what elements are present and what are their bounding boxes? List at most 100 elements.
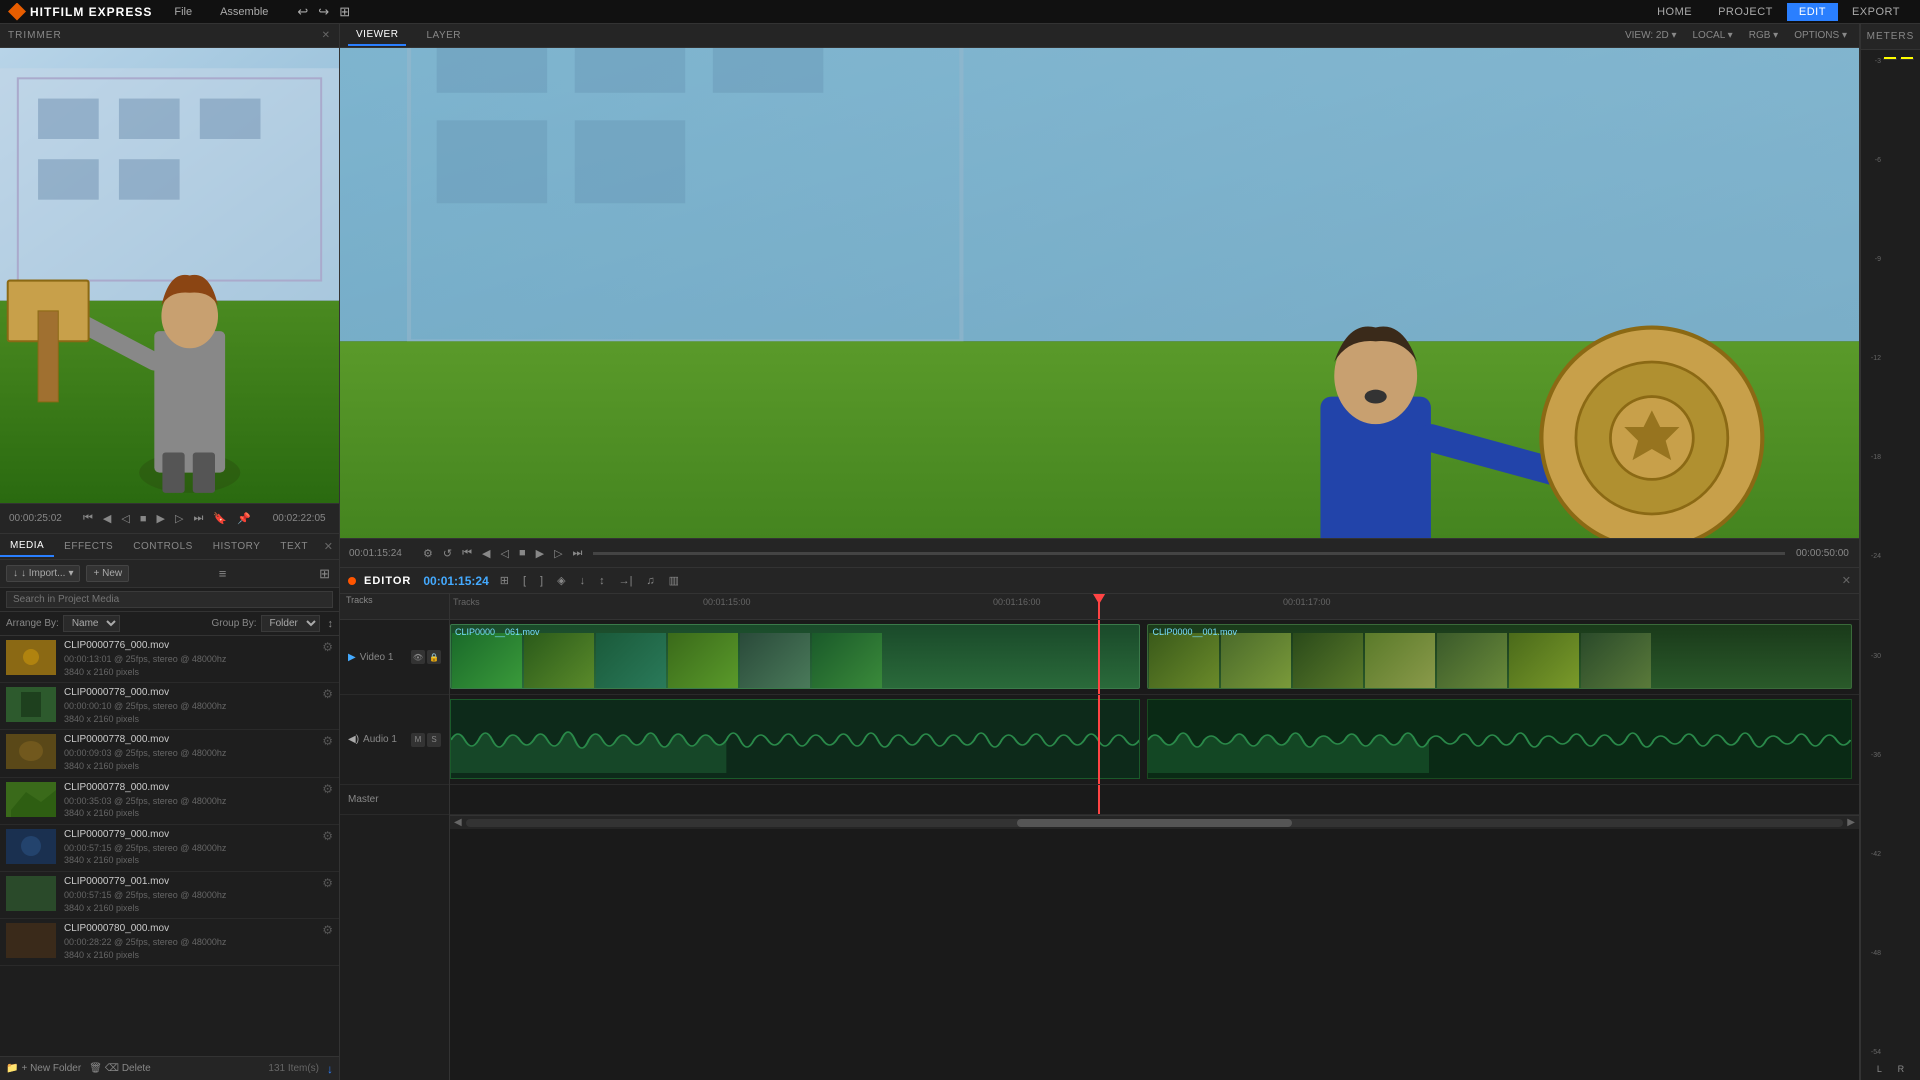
tab-history[interactable]: HISTORY xyxy=(203,537,271,556)
editor-video-btn[interactable]: ▥ xyxy=(666,572,682,589)
list-item[interactable]: CLIP0000780_000.mov 00:00:28:22 @ 25fps,… xyxy=(0,919,339,966)
sort-btn[interactable]: ↕ xyxy=(328,618,334,630)
trimmer-skip-start[interactable]: ⏮ xyxy=(80,510,96,527)
editor-header: EDITOR 00:01:15:24 ⊞ [ ] ◈ ↓ ↕ →| ♫ ▥ ✕ xyxy=(340,568,1859,594)
scale-minus42: -42 xyxy=(1865,851,1881,858)
nav-edit[interactable]: EDIT xyxy=(1787,3,1838,21)
media-settings-btn[interactable]: ⚙ xyxy=(322,782,333,796)
media-settings-btn[interactable]: ⚙ xyxy=(322,923,333,937)
editor-overwrite-btn[interactable]: ↕ xyxy=(596,573,608,589)
list-item[interactable]: CLIP0000778_000.mov 00:00:35:03 @ 25fps,… xyxy=(0,778,339,825)
search-input[interactable] xyxy=(6,591,333,608)
track-visible-btn[interactable]: 👁 xyxy=(411,650,425,664)
media-settings-btn[interactable]: ⚙ xyxy=(322,829,333,843)
nav-home[interactable]: HOME xyxy=(1645,3,1704,21)
trimmer-mark-out[interactable]: 📌 xyxy=(234,510,254,527)
tab-controls[interactable]: CONTROLS xyxy=(123,537,203,556)
video-clip-2[interactable]: CLIP0000__001.mov xyxy=(1147,624,1852,689)
editor-mark-in-btn[interactable]: [ xyxy=(520,573,529,589)
trimmer-step-back[interactable]: ◀ xyxy=(100,510,114,527)
import-btn[interactable]: ↓ ↓ Import... ▾ xyxy=(6,565,80,582)
top-toolbar: ↩ ↪ ⊞ xyxy=(294,3,353,21)
editor-link-btn[interactable]: ⊞ xyxy=(497,572,512,589)
audio-clip-2[interactable] xyxy=(1147,699,1852,779)
list-item[interactable]: CLIP0000778_000.mov 00:00:00:10 @ 25fps,… xyxy=(0,683,339,730)
viewer-video xyxy=(340,48,1859,538)
viewer-play-btn[interactable]: ▶ xyxy=(533,545,547,562)
viewer-stop-btn[interactable]: ■ xyxy=(516,545,529,561)
viewer-step-back-btn[interactable]: ◀ xyxy=(479,545,493,562)
layer-tab[interactable]: LAYER xyxy=(418,26,469,45)
editor-ripple-btn[interactable]: ◈ xyxy=(554,572,568,589)
options-btn[interactable]: OPTIONS ▾ xyxy=(1790,28,1851,43)
editor-insert-btn[interactable]: ↓ xyxy=(577,573,589,589)
tab-effects[interactable]: EFFECTS xyxy=(54,537,123,556)
media-settings-btn[interactable]: ⚙ xyxy=(322,640,333,654)
meter-scale-numbers: -3 -6 -9 -12 -18 -24 -30 -36 -42 -48 -54 xyxy=(1865,56,1881,1058)
grid-btn[interactable]: ⊞ xyxy=(336,3,353,21)
menu-assemble[interactable]: Assemble xyxy=(214,4,274,20)
playhead[interactable] xyxy=(1098,594,1100,619)
trimmer-play[interactable]: ▶ xyxy=(154,510,168,527)
media-settings-btn[interactable]: ⚙ xyxy=(322,687,333,701)
media-settings-btn[interactable]: ⚙ xyxy=(322,734,333,748)
editor-append-btn[interactable]: →| xyxy=(616,573,636,589)
panel-menu-btn[interactable]: ✕ xyxy=(324,540,339,553)
undo-btn[interactable]: ↩ xyxy=(294,3,311,21)
trimmer-close-btn[interactable]: ✕ xyxy=(322,30,331,41)
rgb-btn[interactable]: RGB ▾ xyxy=(1745,28,1782,43)
tab-media[interactable]: MEDIA xyxy=(0,536,54,557)
track-labels: Tracks ▶ Video 1 👁 🔒 ◀) Audio xyxy=(340,594,450,1080)
audio-solo-btn[interactable]: S xyxy=(427,733,441,747)
clip-1-label: CLIP0000__061.mov xyxy=(455,627,540,637)
menu-file[interactable]: File xyxy=(168,4,198,20)
trimmer-skip-end[interactable]: ⏭ xyxy=(190,510,206,527)
audio-clip-1[interactable] xyxy=(450,699,1140,779)
list-view-btn[interactable]: ≡ xyxy=(216,564,230,583)
trimmer-stop[interactable]: ■ xyxy=(137,511,150,527)
scroll-to-current-btn[interactable]: ↓ xyxy=(327,1062,333,1076)
list-item[interactable]: CLIP0000779_001.mov 00:00:57:15 @ 25fps,… xyxy=(0,872,339,919)
nav-project[interactable]: PROJECT xyxy=(1706,3,1785,21)
trimmer-play-back[interactable]: ◁ xyxy=(118,510,132,527)
viewer-play-back-btn[interactable]: ◁ xyxy=(497,545,511,562)
arrange-select[interactable]: Name xyxy=(63,615,120,632)
delete-btn[interactable]: 🗑 ⌫ Delete xyxy=(89,1063,151,1074)
trimmer-step-fwd[interactable]: ▷ xyxy=(172,510,186,527)
scroll-right-btn[interactable]: ▶ xyxy=(1847,817,1855,828)
nav-export[interactable]: EXPORT xyxy=(1840,3,1912,21)
list-item[interactable]: CLIP0000778_000.mov 00:00:09:03 @ 25fps,… xyxy=(0,730,339,777)
group-select[interactable]: Folder xyxy=(261,615,320,632)
editor-audio-btn[interactable]: ♫ xyxy=(643,573,657,589)
viewer-loop-btn[interactable]: ↺ xyxy=(440,545,455,562)
editor-close-btn[interactable]: ✕ xyxy=(1842,574,1851,587)
playhead-master xyxy=(1098,785,1100,814)
trimmer-mark-in[interactable]: 🔖 xyxy=(210,510,230,527)
video-clip-1[interactable]: CLIP0000__061.mov xyxy=(450,624,1140,689)
new-btn[interactable]: + New xyxy=(86,565,129,582)
list-item[interactable]: CLIP0000779_000.mov 00:00:57:15 @ 25fps,… xyxy=(0,825,339,872)
viewer-trim-start-btn[interactable]: ⏮ xyxy=(459,545,475,562)
redo-btn[interactable]: ↪ xyxy=(315,3,332,21)
local-btn[interactable]: LOCAL ▾ xyxy=(1688,28,1736,43)
scroll-left-btn[interactable]: ◀ xyxy=(454,817,462,828)
viewer-step-fwd-btn[interactable]: ▷ xyxy=(551,545,565,562)
view-mode-btn[interactable]: VIEW: 2D ▾ xyxy=(1621,28,1681,43)
viewer-settings-btn[interactable]: ⚙ xyxy=(420,545,436,562)
main-layout: TRIMMER ✕ xyxy=(0,24,1920,1080)
viewer-tab[interactable]: VIEWER xyxy=(348,25,406,46)
trimmer-label: TRIMMER xyxy=(8,30,62,41)
track-lock-btn[interactable]: 🔒 xyxy=(427,650,441,664)
viewer-skip-end-btn[interactable]: ⏭ xyxy=(570,545,586,562)
list-item[interactable]: CLIP0000776_000.mov 00:00:13:01 @ 25fps,… xyxy=(0,636,339,683)
media-settings-btn[interactable]: ⚙ xyxy=(322,876,333,890)
tab-text[interactable]: TEXT xyxy=(270,537,318,556)
scroll-thumb[interactable] xyxy=(1017,819,1293,827)
audio-mute-btn[interactable]: M xyxy=(411,733,425,747)
logo: HITFILM EXPRESS xyxy=(8,3,152,21)
editor-mark-out-btn[interactable]: ] xyxy=(537,573,546,589)
viewer-scrubber[interactable] xyxy=(593,552,1785,555)
scroll-track[interactable] xyxy=(466,819,1844,827)
new-folder-btn[interactable]: 📁 + New Folder xyxy=(6,1063,81,1074)
grid-view-btn[interactable]: ⊞ xyxy=(316,564,333,584)
